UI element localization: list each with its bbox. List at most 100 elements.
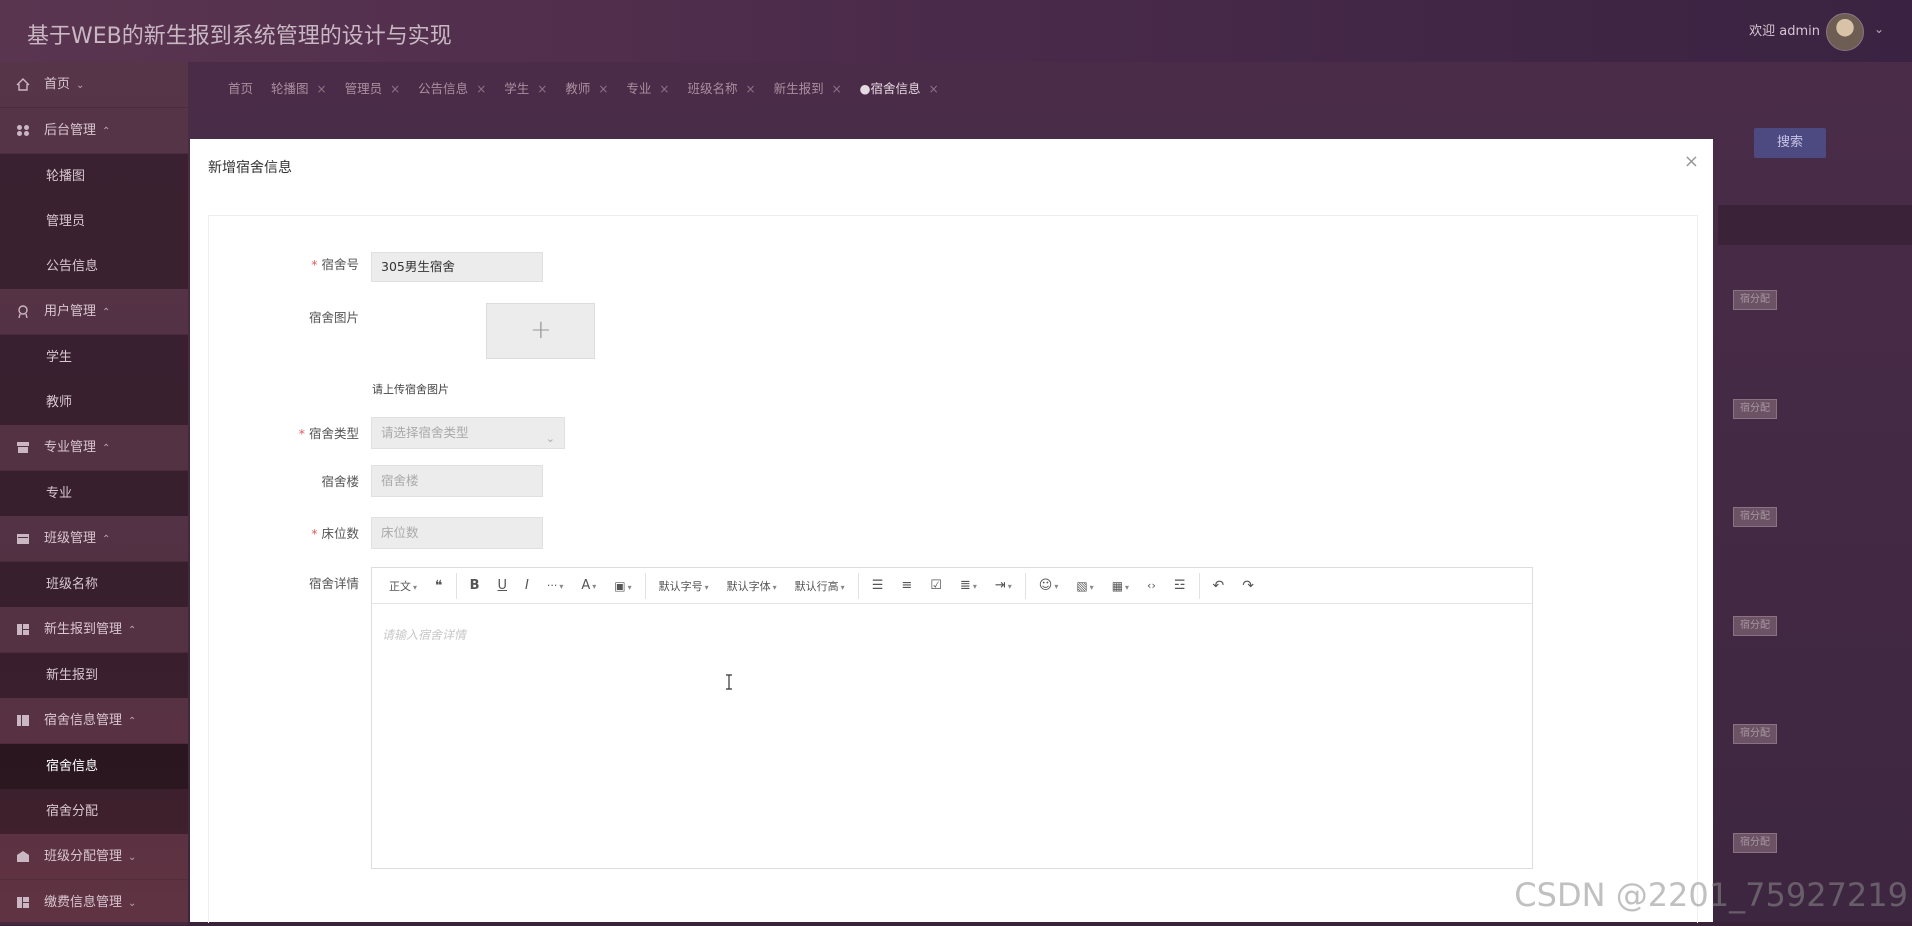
row-action-button[interactable]: 宿分配	[1733, 724, 1777, 744]
sidebar-group-0[interactable]: 首页 ⌄	[0, 62, 188, 108]
redo-icon[interactable]: ↷	[1242, 578, 1254, 594]
tab-6[interactable]: 专业 ×	[626, 78, 669, 97]
sidebar-item-15[interactable]: 宿舍信息	[0, 744, 188, 789]
row-action-button[interactable]: 宿分配	[1733, 507, 1777, 527]
chevron-down-icon: ⌄	[545, 432, 555, 445]
sidebar-item-4[interactable]: 公告信息	[0, 244, 188, 289]
sidebar-item-11[interactable]: 班级名称	[0, 562, 188, 607]
sidebar-item-2[interactable]: 轮播图	[0, 154, 188, 199]
sidebar-item-label: 教师	[46, 395, 73, 410]
emoji-icon[interactable]: ☺ ▾	[1039, 578, 1059, 593]
undo-icon[interactable]: ↶	[1213, 578, 1225, 594]
close-icon[interactable]: ×	[317, 82, 327, 96]
calendar-icon	[17, 534, 29, 544]
font-size-dropdown[interactable]: 默认字号 ▾	[659, 578, 709, 594]
sidebar-item-3[interactable]: 管理员	[0, 199, 188, 244]
dorm-no-input[interactable]: 305男生宿舍	[371, 252, 543, 282]
divider-icon[interactable]: ☲	[1174, 578, 1186, 593]
image-icon[interactable]: ▧ ▾	[1076, 579, 1093, 593]
table-icon[interactable]: ▦ ▾	[1112, 579, 1129, 593]
underline-icon[interactable]: U	[497, 578, 507, 593]
apps-icon	[17, 125, 29, 136]
close-icon[interactable]: ×	[832, 82, 842, 96]
dorm-type-label: * 宿舍类型	[298, 426, 359, 441]
sidebar-group-17[interactable]: 班级分配管理 ⌄	[0, 834, 188, 880]
tab-label: 专业	[626, 81, 652, 96]
sidebar-item-16[interactable]: 宿舍分配	[0, 789, 188, 834]
tab-label: 班级名称	[687, 81, 738, 96]
row-action-button[interactable]: 宿分配	[1733, 399, 1777, 419]
sidebar-group-8[interactable]: 专业管理 ⌃	[0, 425, 188, 471]
close-icon[interactable]: ×	[659, 82, 669, 96]
sidebar-group-5[interactable]: 用户管理 ⌃	[0, 289, 188, 335]
tab-bar: 首页 轮播图 × 管理员 × 公告信息 × 学生 × 教师 × 专业 × 班级名称 × 新生报到 × ●宿舍信息 ×	[228, 78, 957, 97]
rich-text-editor: 正文 ▾ ❝ B U I ··· ▾ A ▾ ▣ ▾ 默认字号 ▾ 默认字体 ▾ 默认行高 ▾…	[371, 567, 1533, 869]
chevron-up-icon: ⌃	[102, 307, 111, 318]
image-upload-button[interactable]: +	[486, 303, 595, 359]
bold-icon[interactable]: B	[470, 578, 480, 593]
sidebar-group-1[interactable]: 后台管理 ⌃	[0, 108, 188, 154]
welcome-text: 欢迎 admin	[1749, 24, 1820, 39]
dorm-type-select[interactable]: 请选择宿舍类型 ⌄	[371, 417, 565, 449]
font-color-icon[interactable]: A ▾	[581, 578, 596, 593]
close-icon[interactable]: ×	[537, 82, 547, 96]
sidebar-item-9[interactable]: 专业	[0, 471, 188, 516]
sidebar-item-label: 用户管理	[44, 304, 97, 319]
chevron-down-icon[interactable]: ⌄	[1874, 22, 1884, 36]
sidebar-item-13[interactable]: 新生报到	[0, 653, 188, 698]
row-action-button[interactable]: 宿分配	[1733, 290, 1777, 310]
align-icon[interactable]: ≣ ▾	[960, 578, 977, 593]
tab-8[interactable]: 新生报到 ×	[774, 78, 842, 97]
sidebar-group-14[interactable]: 宿舍信息管理 ⌃	[0, 698, 188, 744]
close-icon[interactable]: ×	[929, 82, 939, 96]
line-height-dropdown[interactable]: 默认行高 ▾	[795, 578, 845, 594]
row-action-button[interactable]: 宿分配	[1733, 616, 1777, 636]
avatar[interactable]	[1826, 13, 1864, 51]
chevron-up-icon: ⌃	[102, 443, 111, 454]
tab-7[interactable]: 班级名称 ×	[687, 78, 755, 97]
sidebar-item-label: 专业	[46, 486, 73, 501]
sidebar-item-label: 宿舍分配	[46, 804, 99, 819]
tab-label: 新生报到	[773, 81, 824, 96]
italic-icon[interactable]: I	[525, 578, 529, 593]
background-color-icon[interactable]: ▣ ▾	[614, 579, 631, 593]
tab-1[interactable]: 轮播图 ×	[271, 78, 327, 97]
chevron-up-icon: ⌃	[128, 716, 137, 727]
tab-label: 轮播图	[271, 81, 309, 96]
tab-3[interactable]: 公告信息 ×	[418, 78, 486, 97]
close-icon[interactable]: ×	[598, 82, 608, 96]
dorm-no-label: * 宿舍号	[311, 257, 359, 272]
search-button[interactable]: 搜索	[1754, 128, 1826, 158]
close-icon[interactable]: ×	[1684, 153, 1699, 171]
quote-icon[interactable]: ❝	[435, 578, 443, 594]
row-action-button[interactable]: 宿分配	[1733, 833, 1777, 853]
indent-icon[interactable]: ⇥ ▾	[995, 578, 1012, 593]
grid-icon	[17, 624, 29, 635]
editor-placeholder[interactable]: 请输入宿舍详情	[382, 626, 466, 643]
font-family-dropdown[interactable]: 默认字体 ▾	[727, 578, 777, 594]
more-icon[interactable]: ··· ▾	[547, 579, 564, 592]
paragraph-dropdown[interactable]: 正文 ▾	[389, 578, 417, 594]
tab-4[interactable]: 学生 ×	[504, 78, 547, 97]
tab-5[interactable]: 教师 ×	[565, 78, 608, 97]
table-icon	[17, 715, 29, 726]
close-icon[interactable]: ×	[476, 82, 486, 96]
sidebar-group-12[interactable]: 新生报到管理 ⌃	[0, 607, 188, 653]
tab-2[interactable]: 管理员 ×	[345, 78, 401, 97]
code-icon[interactable]: ‹›	[1147, 579, 1156, 592]
close-icon[interactable]: ×	[746, 82, 756, 96]
plus-icon: +	[530, 315, 552, 345]
sidebar-group-18[interactable]: 缴费信息管理 ⌄	[0, 880, 188, 926]
tab-9[interactable]: ●宿舍信息 ×	[860, 78, 939, 97]
numbered-list-icon[interactable]: ≡	[901, 578, 912, 593]
close-icon[interactable]: ×	[390, 82, 400, 96]
todo-icon[interactable]: ☑	[930, 578, 942, 593]
building-input[interactable]: 宿舍楼	[371, 465, 543, 497]
sidebar-group-10[interactable]: 班级管理 ⌃	[0, 516, 188, 562]
bullet-list-icon[interactable]: ☰	[872, 578, 884, 593]
chevron-up-icon: ⌄	[128, 898, 137, 909]
sidebar-item-6[interactable]: 学生	[0, 335, 188, 380]
tab-0[interactable]: 首页	[228, 78, 253, 97]
sidebar-item-7[interactable]: 教师	[0, 380, 188, 425]
beds-input[interactable]: 床位数	[371, 517, 543, 549]
